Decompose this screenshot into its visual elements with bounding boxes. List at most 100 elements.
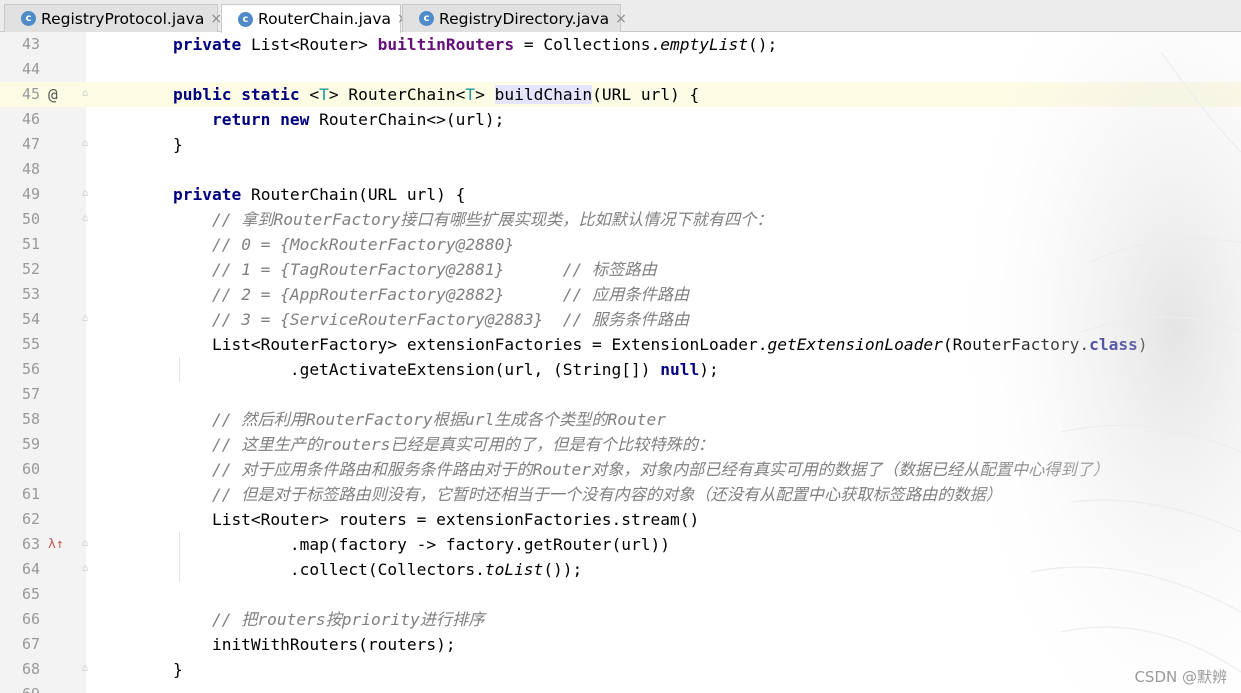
line-number: 59 [21, 435, 40, 453]
code-token: buildChain [494, 85, 593, 104]
line-number: 69 [0, 682, 40, 693]
tab-label: RegistryProtocol.java [41, 9, 205, 28]
code-token: List<Router> routers = extensionFactorie… [95, 510, 700, 529]
code-token: > [475, 85, 495, 104]
line-number: 64 [21, 560, 40, 578]
tab-close-icon[interactable]: × [615, 11, 627, 27]
line-number: 47 [21, 135, 40, 153]
fold-marker-icon[interactable]: ⌂ [80, 539, 90, 549]
line-number: 62 [21, 510, 40, 528]
code-token: return new [211, 110, 310, 129]
code-text: // 拿到RouterFactory接口有哪些扩展实现类，比如默认情况下就有四个… [95, 207, 773, 232]
line-number: 55 [21, 335, 40, 353]
java-class-icon: c [238, 11, 253, 27]
java-class-icon: c [419, 11, 434, 26]
code-token: private [172, 35, 242, 54]
code-text: // 0 = {MockRouterFactory@2880} [95, 232, 514, 257]
line-number: 68 [21, 660, 40, 678]
line-number: 58 [21, 410, 40, 428]
line-number: 50 [21, 210, 40, 228]
line-number: 43 [21, 35, 40, 53]
lambda-icon[interactable]: λ↑ [48, 535, 64, 554]
code-token: List<RouterFactory> extensionFactories =… [95, 335, 768, 354]
line-number: 44 [21, 60, 40, 78]
code-token: // 但是对于标签路由则没有，它暂时还相当于一个没有内容的对象（还没有从配置中心… [211, 485, 1002, 504]
code-token: < [299, 85, 320, 104]
code-token: // 拿到RouterFactory接口有哪些扩展实现类，比如默认情况下就有四个… [211, 210, 773, 229]
code-token: builtinRouters [377, 35, 515, 54]
code-text: List<Router> routers = extensionFactorie… [95, 507, 699, 532]
code-token: private [172, 185, 242, 204]
code-text: .getActivateExtension(url, (String[]) nu… [95, 357, 719, 382]
fold-marker-icon[interactable]: ⌂ [80, 139, 90, 149]
code-token: (URL url) { [592, 85, 700, 104]
line-number: 61 [21, 485, 40, 503]
tab-routerchain[interactable]: cRouterChain.java× [221, 4, 409, 33]
code-token: .getActivateExtension(url, (String[]) [95, 360, 661, 379]
code-token: // 0 = {MockRouterFactory@2880} [211, 235, 515, 254]
code-text: .collect(Collectors.toList()); [95, 557, 582, 582]
line-number: 56 [21, 360, 40, 378]
cat-background-image [911, 32, 1241, 693]
code-text: // 然后利用RouterFactory根据url生成各个类型的Router [95, 407, 666, 432]
tab-label: RouterChain.java [258, 10, 392, 28]
code-text: } [95, 132, 183, 157]
code-text: private RouterChain(URL url) { [95, 182, 465, 207]
code-token: = Collections. [514, 35, 661, 54]
code-text: public static <T> RouterChain<T> buildCh… [95, 82, 699, 107]
code-token: ()); [543, 560, 583, 579]
code-token: // 2 = {AppRouterFactory@2882} // 应用条件路由 [211, 285, 690, 304]
code-text: private List<Router> builtinRouters = Co… [95, 32, 777, 57]
code-text: // 1 = {TagRouterFactory@2881} // 标签路由 [95, 257, 657, 282]
line-number: 51 [21, 235, 40, 253]
tab-label: RegistryDirectory.java [439, 9, 610, 28]
fold-marker-icon[interactable]: ⌂ [80, 664, 90, 674]
fold-marker-icon[interactable]: ⌂ [80, 564, 90, 574]
line-number: 54 [21, 310, 40, 328]
code-text: .map(factory -> factory.getRouter(url)) [95, 532, 670, 557]
code-text: // 但是对于标签路由则没有，它暂时还相当于一个没有内容的对象（还没有从配置中心… [95, 482, 1002, 507]
code-text: // 把routers按priority进行排序 [95, 607, 485, 632]
line-number: 49 [21, 185, 40, 203]
override-at-icon[interactable]: @ [48, 85, 58, 104]
code-token: RouterChain<>(url); [309, 110, 505, 129]
line-number: 46 [21, 110, 40, 128]
code-token: (); [748, 35, 778, 54]
code-token: initWithRouters(routers); [95, 635, 456, 654]
code-token: > RouterChain< [328, 85, 466, 104]
code-token: } [95, 135, 183, 154]
code-token: // 把routers按priority进行排序 [211, 610, 485, 629]
line-number: 53 [21, 285, 40, 303]
fold-marker-icon[interactable]: ⌂ [80, 314, 90, 324]
line-number: 45 [21, 85, 40, 103]
code-token: T [465, 85, 476, 104]
line-number: 65 [21, 585, 40, 603]
code-token: List<Router> [241, 35, 378, 54]
tab-registrydirectory[interactable]: c RegistryDirectory.java × [402, 4, 627, 32]
code-token: } [95, 660, 183, 679]
fold-marker-icon[interactable]: ⌂ [80, 214, 90, 224]
code-token: public static [172, 85, 300, 104]
fold-marker-icon[interactable]: ⌂ [80, 189, 90, 199]
tab-registryprotocol[interactable]: c RegistryProtocol.java × [4, 4, 222, 32]
line-number: 52 [21, 260, 40, 278]
editor-tab-bar: c RegistryProtocol.java × c RouterChain.java… [0, 0, 1241, 33]
code-text: // 3 = {ServiceRouterFactory@2883} // 服务… [95, 307, 689, 332]
csdn-watermark: CSDN @默辨 [1134, 668, 1227, 686]
code-token: .collect(Collectors. [95, 560, 485, 579]
code-text: // 这里生产的routers已经是真实可用的了，但是有个比较特殊的： [95, 432, 714, 457]
fold-marker-icon[interactable]: ⌂ [80, 89, 90, 99]
code-text: initWithRouters(routers); [95, 632, 456, 657]
line-number: 48 [21, 160, 40, 178]
code-token: .map(factory -> factory.getRouter(url)) [95, 535, 670, 554]
code-token: RouterChain(URL url) { [241, 185, 466, 204]
